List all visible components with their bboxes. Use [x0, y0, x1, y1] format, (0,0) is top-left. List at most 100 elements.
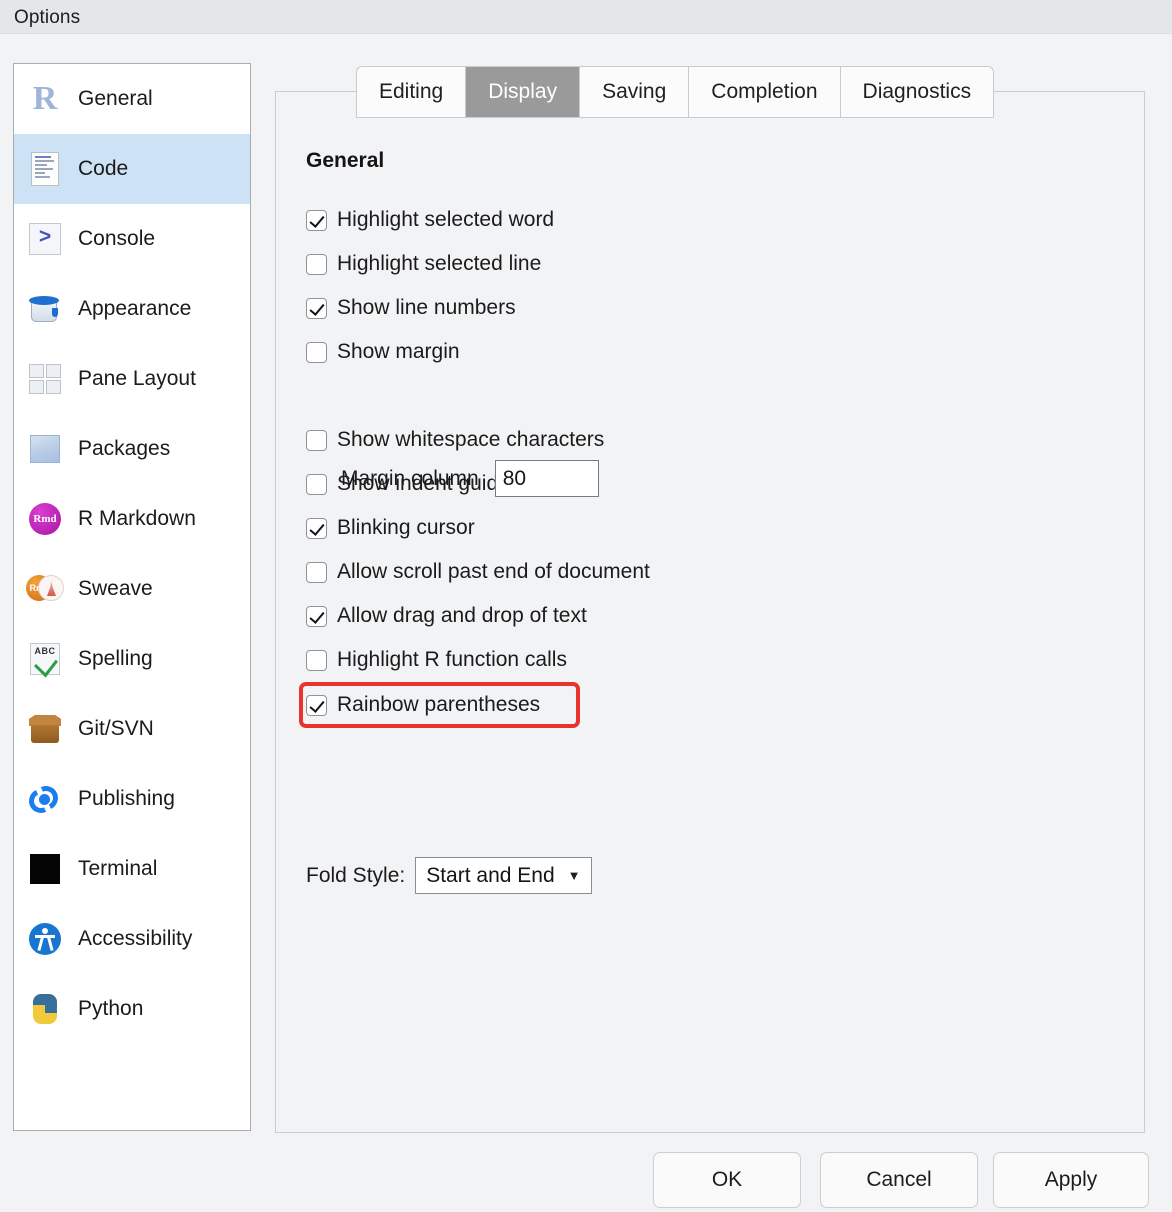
sidebar-item-r-markdown[interactable]: Rmd R Markdown	[14, 484, 250, 554]
checkbox-label: Allow drag and drop of text	[337, 604, 587, 627]
sidebar-item-label: Spelling	[78, 647, 153, 670]
pane-grid-icon	[26, 360, 64, 398]
window-title: Options	[14, 7, 81, 28]
sidebar-item-console[interactable]: > Console	[14, 204, 250, 274]
checkbox-row[interactable]: Blinking cursor	[306, 506, 1006, 550]
accessibility-icon	[26, 920, 64, 958]
margin-column-label: Margin column	[341, 466, 479, 490]
checkbox-checked-icon[interactable]	[306, 694, 327, 716]
tab-label: Saving	[602, 80, 667, 103]
sidebar-item-label: Appearance	[78, 297, 192, 320]
checkbox-label: Highlight R function calls	[337, 648, 567, 671]
checkbox-unchecked-icon[interactable]	[306, 561, 327, 583]
margin-column-input[interactable]: 80	[494, 460, 599, 497]
ok-button[interactable]: OK	[653, 1152, 801, 1208]
sidebar-item-spelling[interactable]: ABC Spelling	[14, 624, 250, 694]
tab-label: Diagnostics	[862, 80, 972, 103]
sidebar-item-publishing[interactable]: Publishing	[14, 764, 250, 834]
checkbox-label: Show whitespace characters	[337, 428, 605, 451]
sidebar-item-general[interactable]: R General	[14, 64, 250, 134]
sidebar-item-git-svn[interactable]: Git/SVN	[14, 694, 250, 764]
sidebar-item-pane-layout[interactable]: Pane Layout	[14, 344, 250, 414]
publish-orbit-icon	[25, 780, 64, 818]
checkbox-row[interactable]: Allow scroll past end of document	[306, 550, 1006, 594]
cancel-button[interactable]: Cancel	[820, 1152, 978, 1208]
window-titlebar: Options	[0, 0, 1172, 34]
checkbox-row[interactable]: Highlight selected line	[306, 242, 1006, 286]
sidebar-item-label: Terminal	[78, 857, 158, 880]
checkbox-row[interactable]: Allow drag and drop of text	[306, 594, 1006, 638]
paint-can-icon	[26, 290, 64, 328]
tab-saving[interactable]: Saving	[579, 66, 689, 118]
margin-column-spacer	[306, 374, 1006, 418]
checkbox-row[interactable]: Show whitespace characters	[306, 418, 1006, 462]
sidebar-item-packages[interactable]: Packages	[14, 414, 250, 484]
sidebar-item-label: Sweave	[78, 577, 153, 600]
dialog-footer: OK Cancel Apply	[0, 1152, 1172, 1212]
checkbox-label: Blinking cursor	[337, 516, 475, 539]
checkbox-label: Show line numbers	[337, 296, 516, 319]
checkbox-unchecked-icon[interactable]	[306, 253, 327, 275]
sidebar-item-terminal[interactable]: Terminal	[14, 834, 250, 904]
checkbox-row[interactable]: Show margin	[306, 330, 1006, 374]
sidebar-item-label: Packages	[78, 437, 171, 460]
chevron-down-icon: ▼	[567, 868, 581, 883]
checkbox-label: Rainbow parentheses	[337, 693, 541, 716]
sidebar-item-label: Code	[78, 157, 129, 180]
fold-style-label: Fold Style:	[306, 863, 406, 887]
tab-editing[interactable]: Editing	[356, 66, 466, 118]
checkbox-checked-icon[interactable]	[306, 297, 327, 319]
apply-button[interactable]: Apply	[993, 1152, 1149, 1208]
sidebar-item-label: R Markdown	[78, 507, 196, 530]
tab-diagnostics[interactable]: Diagnostics	[839, 66, 995, 118]
tab-content-panel: General Highlight selected word Highlight…	[275, 91, 1145, 1133]
console-prompt-icon: >	[26, 220, 64, 258]
sidebar-item-label: Accessibility	[78, 927, 193, 950]
options-category-list[interactable]: R General Code > Console Appearance Pane Layou…	[13, 63, 251, 1131]
section-heading-general: General	[306, 149, 385, 172]
rmd-circle-icon: Rmd	[26, 500, 64, 538]
terminal-square-icon	[26, 850, 64, 888]
checkbox-label: Show margin	[337, 340, 460, 363]
checkbox-row[interactable]: Rainbow parentheses	[299, 682, 580, 728]
tab-strip[interactable]: Editing Display Saving Completion Diagnostic…	[356, 66, 995, 118]
tab-completion[interactable]: Completion	[688, 66, 840, 118]
sidebar-item-accessibility[interactable]: Accessibility	[14, 904, 250, 974]
checkbox-unchecked-icon[interactable]	[306, 649, 327, 671]
sidebar-item-label: Git/SVN	[78, 717, 154, 740]
tab-display[interactable]: Display	[465, 66, 580, 118]
checkbox-label: Highlight selected word	[337, 208, 555, 231]
checkbox-unchecked-icon[interactable]	[306, 341, 327, 363]
sidebar-item-sweave[interactable]: Rnw Sweave	[14, 554, 250, 624]
sidebar-item-label: Publishing	[78, 787, 175, 810]
sidebar-item-label: Pane Layout	[78, 367, 196, 390]
checkbox-checked-icon[interactable]	[306, 605, 327, 627]
checkbox-unchecked-icon[interactable]	[306, 429, 327, 451]
checkbox-unchecked-icon[interactable]	[306, 473, 327, 495]
checkbox-row[interactable]: Highlight selected word	[306, 198, 1006, 242]
checkbox-label: Allow scroll past end of document	[337, 560, 650, 583]
sidebar-item-code[interactable]: Code	[14, 134, 250, 204]
checkbox-row[interactable]: Show line numbers	[306, 286, 1006, 330]
fold-style-value: Start and End	[426, 863, 555, 887]
checkbox-label: Highlight selected line	[337, 252, 542, 275]
fold-style-row: Fold Style: Start and End ▼	[306, 857, 592, 894]
python-logo-icon	[26, 990, 64, 1028]
checkbox-checked-icon[interactable]	[306, 517, 327, 539]
tab-label: Editing	[379, 80, 444, 103]
sidebar-item-appearance[interactable]: Appearance	[14, 274, 250, 344]
sidebar-item-label: Console	[78, 227, 156, 250]
r-logo-icon: R	[32, 80, 58, 117]
tab-label: Completion	[711, 80, 818, 103]
abc-check-icon: ABC	[26, 640, 64, 678]
sidebar-item-label: General	[78, 87, 153, 110]
checkbox-checked-icon[interactable]	[306, 209, 327, 231]
tab-label: Display	[488, 80, 558, 103]
sidebar-item-label: Python	[78, 997, 144, 1020]
sweave-pdf-icon: Rnw	[26, 570, 64, 608]
margin-column-row: Margin column 80	[341, 460, 599, 497]
checkbox-row[interactable]: Highlight R function calls	[306, 638, 1006, 682]
code-document-icon	[26, 150, 64, 188]
fold-style-select[interactable]: Start and End ▼	[415, 857, 592, 894]
sidebar-item-python[interactable]: Python	[14, 974, 250, 1044]
